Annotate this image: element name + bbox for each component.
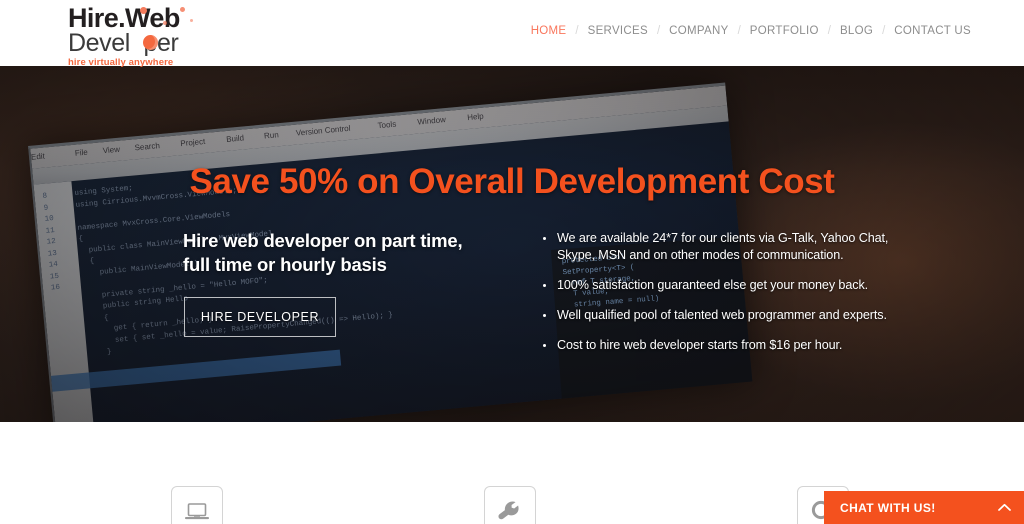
logo-speck-icon	[140, 7, 147, 14]
chat-with-us-widget[interactable]: CHAT WITH US!	[824, 491, 1024, 524]
list-item: We are available 24*7 for our clients vi…	[542, 230, 892, 264]
logo-speck-icon	[180, 7, 185, 12]
nav-item-blog[interactable]: BLOG	[831, 25, 882, 37]
list-item: 100% satisfaction guaranteed else get yo…	[542, 277, 892, 294]
logo-tagline: hire virtually anywhere	[68, 57, 298, 68]
globe-icon	[143, 35, 158, 50]
main-navigation: HOME / SERVICES / COMPANY / PORTFOLIO / …	[522, 25, 980, 37]
feature-box-laptop[interactable]	[171, 486, 223, 524]
hero-content: Save 50% on Overall Development Cost Hir…	[0, 66, 1024, 422]
nav-item-company[interactable]: COMPANY	[660, 25, 737, 37]
logo-dot-separator: .	[118, 5, 125, 32]
nav-item-home[interactable]: HOME	[522, 25, 576, 37]
list-item: Cost to hire web developer starts from $…	[542, 337, 892, 354]
list-item: Well qualified pool of talented web prog…	[542, 307, 892, 324]
chat-widget-label: CHAT WITH US!	[840, 501, 936, 515]
laptop-icon	[184, 502, 210, 522]
logo-text-devel: Devel	[68, 29, 130, 57]
hero-headline: Save 50% on Overall Development Cost	[0, 162, 1024, 202]
hero-banner: File Edit View Search Project Build Run …	[0, 66, 1024, 422]
nav-item-services[interactable]: SERVICES	[579, 25, 657, 37]
site-logo[interactable]: Hire.Web Developer hire virtually anywhe…	[68, 5, 298, 63]
site-header: Hire.Web Developer hire virtually anywhe…	[0, 0, 1024, 66]
hero-benefits-list: We are available 24*7 for our clients vi…	[542, 230, 892, 367]
logo-speck-icon	[190, 19, 193, 22]
nav-item-contact-us[interactable]: CONTACT US	[885, 25, 980, 37]
page-root: Hire.Web Developer hire virtually anywhe…	[0, 0, 1024, 524]
wrench-icon	[498, 500, 522, 524]
logo-line-two: Developer	[68, 30, 298, 56]
nav-item-portfolio[interactable]: PORTFOLIO	[741, 25, 828, 37]
logo-speck-icon	[163, 21, 167, 25]
chevron-up-icon[interactable]	[998, 503, 1011, 512]
feature-box-wrench[interactable]	[484, 486, 536, 524]
logo-line-one: Hire.Web	[68, 5, 298, 32]
hero-subheadline: Hire web developer on part time, full ti…	[183, 229, 483, 277]
hire-developer-button[interactable]: HIRE DEVELOPER	[184, 297, 336, 337]
